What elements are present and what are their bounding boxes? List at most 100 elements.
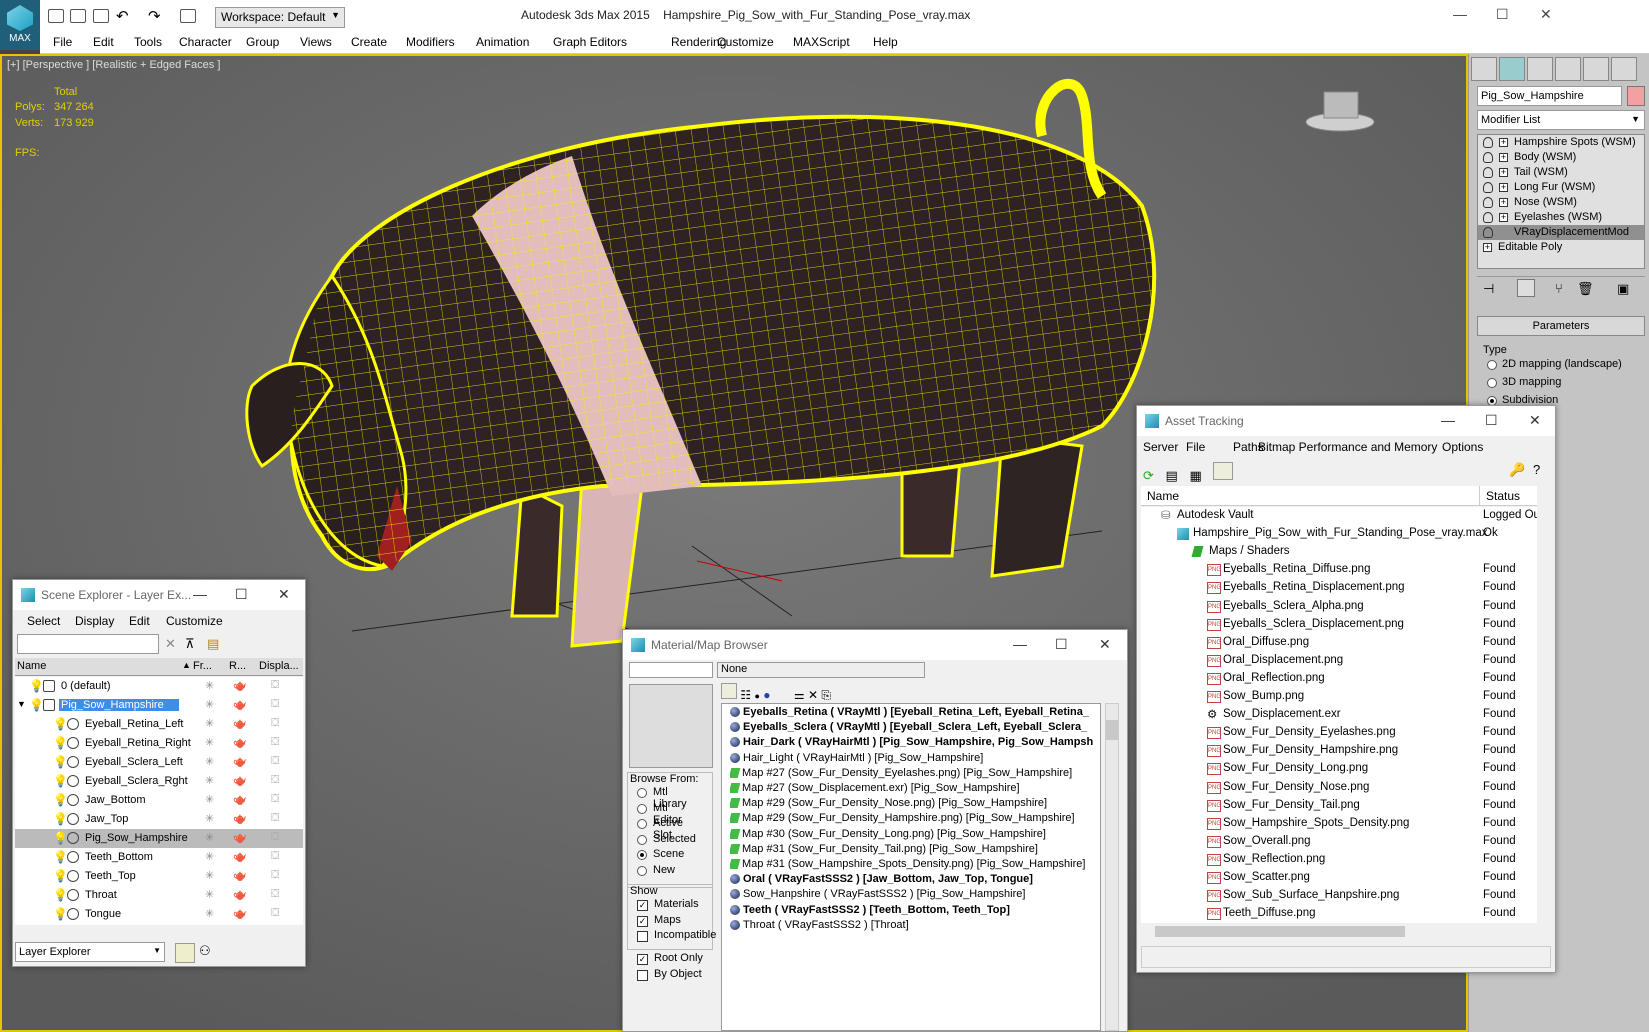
menu-tools[interactable]: Tools (134, 35, 162, 49)
se-menu-edit[interactable]: Edit (129, 614, 150, 628)
scene-tree-row[interactable]: 💡 Eyeball_Sclera_Rght ✳ 🫖 ⛋ (15, 772, 303, 791)
material-name-field[interactable]: None (717, 662, 925, 678)
application-button[interactable]: MAX (0, 0, 40, 50)
menu-file[interactable]: File (53, 35, 72, 49)
save-icon[interactable] (93, 9, 109, 23)
freeze-icon[interactable]: ✳ (205, 698, 214, 711)
freeze-icon[interactable]: ✳ (205, 717, 214, 730)
asset-row[interactable]: Maps / Shaders (1141, 543, 1537, 562)
freeze-icon[interactable]: ✳ (205, 869, 214, 882)
show-checkbox[interactable] (637, 931, 648, 942)
asset-row[interactable]: PNG Sow_Reflection.png Found (1141, 851, 1537, 870)
asset-row[interactable]: PNG Sow_Fur_Density_Long.png Found (1141, 760, 1537, 779)
se-menu-select[interactable]: Select (27, 614, 60, 628)
asset-row[interactable]: PNG Oral_Reflection.png Found (1141, 670, 1537, 689)
redo-icon[interactable]: ↷ (148, 7, 161, 25)
scene-tree-row[interactable]: 💡 Throat ✳ 🫖 ⛋ (15, 886, 303, 905)
hierarchy-mode-icon[interactable]: ⚇ (199, 943, 211, 959)
teapot-render-icon[interactable]: 🫖 (233, 850, 247, 863)
show-checkbox[interactable]: ✓ (637, 915, 648, 927)
at-menu-bitmap-performance-and-memory[interactable]: Bitmap Performance and Memory (1258, 440, 1437, 454)
col-display[interactable]: Displa... (259, 660, 299, 672)
menu-edit[interactable]: Edit (93, 35, 114, 49)
asset-row[interactable]: PNG Sow_Fur_Density_Nose.png Found (1141, 779, 1537, 798)
update-scene-icon[interactable]: ⚌ (794, 688, 805, 702)
freeze-icon[interactable]: ✳ (205, 812, 214, 825)
modifier-stack-item[interactable]: + Body (WSM) (1478, 150, 1644, 165)
at-menu-server[interactable]: Server (1143, 440, 1178, 454)
minimize-icon[interactable]: — (193, 586, 207, 602)
display-box-icon[interactable]: ⛋ (271, 793, 279, 806)
lightbulb-icon[interactable]: 💡 (53, 717, 68, 731)
asset-row[interactable]: PNG Sow_Fur_Density_Eyelashes.png Found (1141, 724, 1537, 743)
col-name[interactable]: Name (17, 660, 46, 672)
explorer-type-dropdown[interactable]: Layer Explorer ▼ (15, 942, 165, 962)
expand-icon[interactable]: + (1499, 168, 1508, 177)
scene-tree-row[interactable]: 💡 0 (default) ✳ 🫖 ⛋ (15, 677, 303, 696)
display-box-icon[interactable]: ⛋ (271, 850, 279, 863)
menu-help[interactable]: Help (873, 35, 898, 49)
object-color-swatch[interactable] (1627, 86, 1645, 106)
lightbulb-icon[interactable]: 💡 (29, 698, 44, 712)
list-view-icon[interactable] (721, 683, 737, 699)
at-menu-file[interactable]: File (1186, 440, 1205, 454)
lightbulb-icon[interactable]: 💡 (53, 850, 68, 864)
display-box-icon[interactable]: ⛋ (271, 869, 279, 882)
lightbulb-icon[interactable] (1483, 182, 1493, 193)
show-checkbox[interactable]: ✓ (637, 900, 648, 911)
display-box-icon[interactable]: ⛋ (271, 679, 279, 692)
collapse-icon[interactable]: ▼ (17, 699, 26, 709)
material-list-item[interactable]: Throat ( VRayFastSSS2 ) [Throat] (730, 919, 909, 938)
teapot-render-icon[interactable]: 🫖 (233, 679, 247, 692)
radio-3d-mapping[interactable] (1487, 378, 1497, 388)
display-tab-icon[interactable] (1583, 57, 1609, 81)
asset-row[interactable]: PNG Teeth_Diffuse.png Found (1141, 905, 1537, 923)
vault-login-icon[interactable]: 🔑 (1509, 462, 1525, 478)
expand-icon[interactable]: + (1499, 198, 1508, 207)
scene-tree-row[interactable]: 💡 Tongue ✳ 🫖 ⛋ (15, 905, 303, 924)
minimize-icon[interactable]: — (1013, 636, 1027, 652)
expand-icon[interactable]: + (1499, 213, 1508, 222)
freeze-icon[interactable]: ✳ (205, 736, 214, 749)
freeze-icon[interactable]: ✳ (205, 679, 214, 692)
close-icon[interactable]: ✕ (1540, 6, 1552, 23)
asset-row[interactable]: PNG Sow_Sub_Surface_Hanpshire.png Found (1141, 887, 1537, 906)
asset-row[interactable]: PNG Eyeballs_Retina_Diffuse.png Found (1141, 561, 1537, 580)
teapot-render-icon[interactable]: 🫖 (233, 812, 247, 825)
scroll-thumb[interactable] (1155, 926, 1405, 937)
lightbulb-icon[interactable] (1483, 137, 1493, 148)
modifier-stack-item[interactable]: + Eyelashes (WSM) (1478, 210, 1644, 225)
remove-modifier-icon[interactable]: 🗑 (1577, 281, 1594, 297)
lightbulb-icon[interactable]: 💡 (53, 869, 68, 883)
column-divider[interactable] (1479, 486, 1480, 506)
filter-icon[interactable]: ⊼ (185, 636, 195, 652)
display-box-icon[interactable]: ⛋ (271, 888, 279, 901)
asset-row[interactable]: PNG Sow_Overall.png Found (1141, 833, 1537, 852)
menu-customize[interactable]: Customize (717, 35, 774, 49)
workspace-dropdown[interactable]: Workspace: Default ▼ (215, 7, 345, 28)
modifier-stack-item[interactable]: + Editable Poly (1478, 240, 1644, 255)
browse-radio[interactable] (637, 850, 647, 860)
motion-tab-icon[interactable] (1555, 57, 1581, 81)
lightbulb-icon[interactable] (1483, 152, 1493, 163)
layer-mode-icon[interactable] (175, 943, 195, 963)
asset-row[interactable]: PNG Sow_Hampshire_Spots_Density.png Found (1141, 815, 1537, 834)
asset-path-field[interactable] (1141, 946, 1551, 968)
teapot-render-icon[interactable]: 🫖 (233, 755, 247, 768)
maximize-icon[interactable]: ☐ (1496, 6, 1509, 23)
material-list-scrollbar[interactable] (1105, 703, 1119, 1031)
lightbulb-icon[interactable] (1483, 212, 1493, 223)
layer-manager-icon[interactable]: ▤ (207, 636, 219, 652)
expand-icon[interactable]: + (1499, 183, 1508, 192)
scene-tree-row[interactable]: 💡 Teeth_Top ✳ 🫖 ⛋ (15, 867, 303, 886)
teapot-render-icon[interactable]: 🫖 (233, 907, 247, 920)
menu-group[interactable]: Group (246, 35, 279, 49)
copy-icon[interactable]: ⎘ (821, 688, 831, 702)
asset-vscrollbar[interactable] (1537, 486, 1551, 924)
lightbulb-icon[interactable]: 💡 (53, 888, 68, 902)
lightbulb-icon[interactable]: 💡 (53, 774, 68, 788)
teapot-render-icon[interactable]: 🫖 (233, 831, 247, 844)
modify-tab-icon[interactable] (1499, 57, 1525, 81)
teapot-render-icon[interactable]: 🫖 (233, 717, 247, 730)
freeze-icon[interactable]: ✳ (205, 793, 214, 806)
